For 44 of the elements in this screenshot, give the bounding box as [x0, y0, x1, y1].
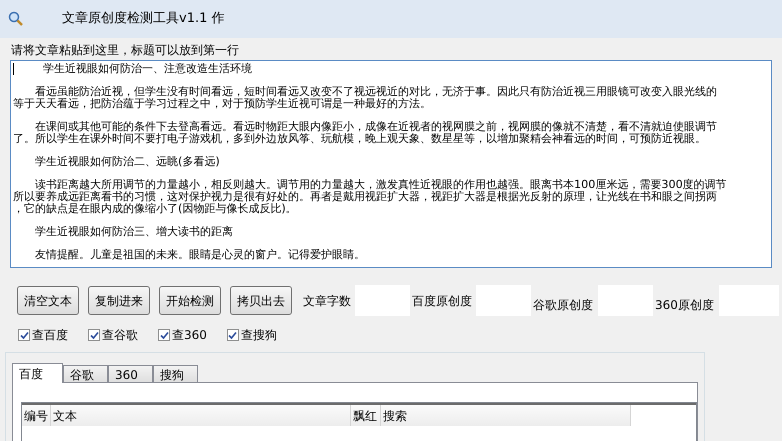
- checkbox-label: 查搜狗: [240, 327, 277, 344]
- article-line: 读书距离越大所用调节的力量越小，相反则越大。调节用的力量越大，激发真性近视眼的作用也越强。眼离书本100厘米远，需要300度的调节: [34, 179, 727, 191]
- check-icon: [90, 330, 98, 340]
- tab[interactable]: 360: [108, 365, 153, 382]
- article-line: 等于天天看远，把防治蕴于学习过程之中，对于预防学生近视可谓是一种最好的方法。: [13, 98, 431, 110]
- checkbox[interactable]: [88, 329, 100, 341]
- check-icon: [160, 330, 168, 340]
- column-header[interactable]: 飘红: [351, 405, 381, 426]
- checkbox[interactable]: [226, 329, 239, 341]
- checkbox[interactable]: [158, 329, 170, 341]
- field-label: 百度原创度: [412, 292, 472, 310]
- text-cursor: [13, 63, 14, 75]
- checkbox-label: 查谷歌: [102, 327, 138, 344]
- article-line: 友情提醒。儿童是祖国的未来。眼睛是心灵的窗户。记得爱护眼睛。: [34, 249, 365, 261]
- tab[interactable]: 搜狗: [153, 365, 198, 382]
- search-icon: [8, 11, 24, 27]
- article-line: 学生近视眼如何防治二、远眺(多看远): [34, 156, 220, 168]
- checkbox[interactable]: [18, 329, 30, 341]
- tab[interactable]: 谷歌: [63, 365, 108, 382]
- article-line: 学生近视眼如何防治一、注意改造生活环境: [42, 63, 252, 75]
- window-title: 文章原创度检测工具v1.1 作: [62, 10, 224, 28]
- checkbox-label: 查360: [172, 327, 207, 344]
- tab[interactable]: 百度: [12, 363, 63, 383]
- article-line: 了。所以学生在课外时间不要打电子游戏机，多到外边放风筝、玩航模，晚上观天象、数星星等，以增加聚精会神看远的时间，可预防近视眼。: [13, 133, 706, 145]
- article-line: ，它的缺点是在眼内成的像缩小了(因物距与像长成反比)。: [13, 203, 297, 215]
- column-header[interactable]: 编号: [22, 405, 51, 426]
- field-label: 谷歌原创度: [533, 296, 593, 314]
- article-line: 学生近视眼如何防治三、增大读书的距离: [34, 226, 233, 238]
- checkbox-label: 查百度: [32, 327, 68, 344]
- article-line: 在课间或其他可能的条件下去登高看远。看远时物距大眼内像距小，成像在近视者的视网膜之前，视网膜的像就不清楚，看不清就迫使眼调节: [34, 121, 717, 133]
- action-button[interactable]: 复制进来: [88, 286, 150, 315]
- field-label: 文章字数: [303, 292, 351, 310]
- group-label: 请将文章粘贴到这里，标题可以放到第一行: [10, 42, 240, 59]
- field-label: 360原创度: [655, 296, 714, 314]
- check-icon: [20, 330, 28, 340]
- action-button[interactable]: 拷贝出去: [230, 286, 292, 315]
- article-line: 看远虽能防治近视，但学生没有时间看远，短时间看远又改变不了视远视近的对比，无济于事。因此只有防治近视三用眼镜可改变入眼光线的: [34, 86, 717, 98]
- article-line: 所以要养成远距离看书的习惯，这对保护视力是很有好处的。再者是戴用视距扩大器，视距扩大器是根据光反射的原理，让光线在书和眼之间拐两: [13, 191, 717, 203]
- check-icon: [228, 330, 238, 340]
- action-button[interactable]: 清空文本: [17, 286, 79, 315]
- action-button[interactable]: 开始检测: [159, 286, 221, 315]
- column-header[interactable]: 搜索: [381, 405, 631, 426]
- column-header[interactable]: 文本: [51, 405, 351, 426]
- article-text-area[interactable]: [10, 60, 772, 268]
